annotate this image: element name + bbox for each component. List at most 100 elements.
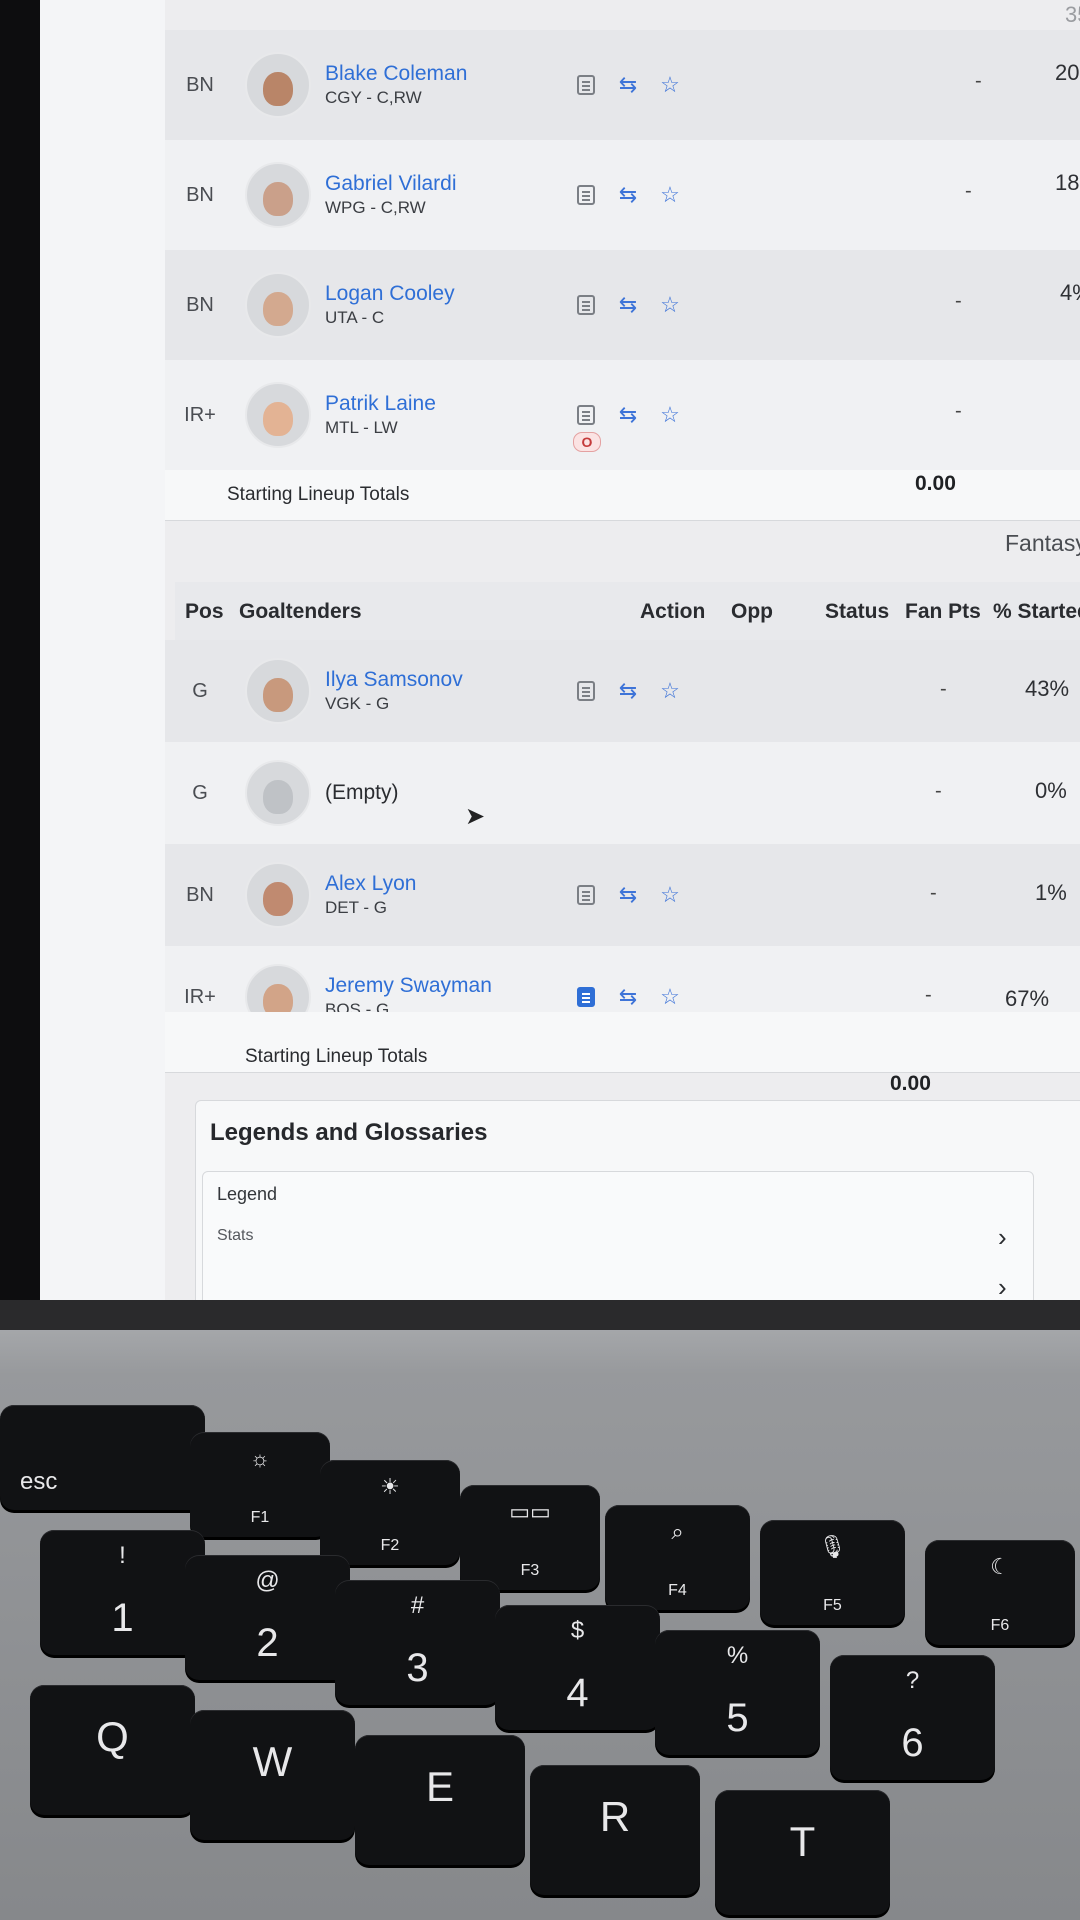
player-team-position: CGY - C,RW xyxy=(325,88,422,107)
key-w[interactable]: W xyxy=(190,1710,355,1840)
header-pos[interactable]: Pos xyxy=(185,600,224,624)
table-row: BN Logan Cooley UTA - C ⇆ ☆ - 4% xyxy=(165,250,1080,361)
header-opp[interactable]: Opp xyxy=(731,600,773,624)
key-6[interactable]: ? 6 xyxy=(830,1655,995,1780)
f2-key[interactable]: ☀ F2 xyxy=(320,1460,460,1565)
mouse-cursor-icon: ➤ xyxy=(465,803,486,830)
chevron-right-icon[interactable]: › xyxy=(998,1222,1007,1253)
swap-icon[interactable]: ⇆ xyxy=(617,884,639,906)
key-t-label: T xyxy=(789,1818,816,1865)
header-pct-started[interactable]: % Started xyxy=(993,600,1080,624)
key-6-shift: ? xyxy=(905,1667,920,1694)
player-name-link[interactable]: Jeremy Swayman xyxy=(325,973,575,999)
key-e-label: E xyxy=(425,1763,454,1810)
star-icon[interactable]: ☆ xyxy=(659,294,681,316)
key-2[interactable]: @ 2 xyxy=(185,1555,350,1680)
swap-icon[interactable]: ⇆ xyxy=(617,404,639,426)
roster-page: 35% BN Blake Coleman CGY - C,RW ⇆ ☆ - 20… xyxy=(165,0,1080,1300)
pct-started-value: 0% xyxy=(1035,778,1067,803)
position-label: BN xyxy=(186,883,214,906)
f4-label: F4 xyxy=(668,1582,687,1599)
star-icon[interactable]: ☆ xyxy=(659,680,681,702)
key-4[interactable]: $ 4 xyxy=(495,1605,660,1730)
key-5-shift: % xyxy=(726,1642,749,1669)
key-r[interactable]: R xyxy=(530,1765,700,1895)
f6-key[interactable]: ☾ F6 xyxy=(925,1540,1075,1645)
swap-icon[interactable]: ⇆ xyxy=(617,680,639,702)
legend-accordion[interactable]: Legend Stats › › xyxy=(202,1171,1034,1300)
mission-control-icon: ▭▭ xyxy=(509,1499,551,1524)
notes-icon[interactable] xyxy=(575,74,597,96)
stats-label[interactable]: Stats xyxy=(217,1227,253,1245)
esc-key[interactable]: esc xyxy=(0,1405,205,1510)
key-2-shift: @ xyxy=(255,1567,280,1594)
header-fan-pts[interactable]: Fan Pts xyxy=(905,600,981,624)
fan-pts-value: - xyxy=(930,882,937,904)
key-r-label: R xyxy=(599,1793,631,1840)
row-actions: ⇆ ☆ O xyxy=(573,404,685,452)
moon-icon: ☾ xyxy=(990,1554,1010,1579)
laptop-screen-bezel: 35% BN Blake Coleman CGY - C,RW ⇆ ☆ - 20… xyxy=(0,0,1080,1330)
key-1[interactable]: ! 1 xyxy=(40,1530,205,1655)
fan-pts-value: - xyxy=(965,180,972,202)
player-name-link[interactable]: Patrik Laine xyxy=(325,391,575,417)
notes-icon[interactable] xyxy=(575,404,597,426)
swap-icon[interactable]: ⇆ xyxy=(617,184,639,206)
position-label: G xyxy=(192,781,208,804)
star-icon[interactable]: ☆ xyxy=(659,884,681,906)
star-icon[interactable]: ☆ xyxy=(659,184,681,206)
f3-key[interactable]: ▭▭ F3 xyxy=(460,1485,600,1590)
star-icon[interactable]: ☆ xyxy=(659,404,681,426)
player-avatar[interactable] xyxy=(245,862,311,928)
player-team-position: DET - G xyxy=(325,898,388,917)
key-3[interactable]: # 3 xyxy=(335,1580,500,1705)
key-4-shift: $ xyxy=(570,1617,585,1644)
player-avatar[interactable] xyxy=(245,52,311,118)
swap-icon[interactable]: ⇆ xyxy=(617,74,639,96)
f5-label: F5 xyxy=(823,1597,842,1614)
star-icon[interactable]: ☆ xyxy=(659,74,681,96)
chevron-right-icon[interactable]: › xyxy=(998,1272,1007,1300)
header-status[interactable]: Status xyxy=(825,600,889,624)
key-1-shift: ! xyxy=(119,1542,126,1569)
key-5-label: 5 xyxy=(726,1696,749,1740)
player-name-link[interactable]: Ilya Samsonov xyxy=(325,667,575,693)
notes-icon[interactable] xyxy=(575,884,597,906)
key-5[interactable]: % 5 xyxy=(655,1630,820,1755)
f4-key[interactable]: ⌕ F4 xyxy=(605,1505,750,1610)
position-label: G xyxy=(192,679,208,702)
fan-pts-value: - xyxy=(955,290,962,312)
position-label: IR+ xyxy=(184,403,216,426)
f1-label: F1 xyxy=(250,1509,270,1526)
key-w-label: W xyxy=(252,1738,293,1785)
row-actions: ⇆ ☆ xyxy=(575,74,685,96)
player-name-link[interactable]: Gabriel Vilardi xyxy=(325,171,575,197)
notes-icon[interactable] xyxy=(575,184,597,206)
player-name-link[interactable]: Blake Coleman xyxy=(325,61,575,87)
notes-icon[interactable] xyxy=(575,680,597,702)
star-icon[interactable]: ☆ xyxy=(659,986,681,1008)
empty-slot-label[interactable]: (Empty) xyxy=(325,780,575,806)
swap-icon[interactable]: ⇆ xyxy=(617,294,639,316)
notes-icon[interactable] xyxy=(575,986,597,1008)
position-label: BN xyxy=(186,183,214,206)
player-avatar[interactable] xyxy=(245,658,311,724)
key-e[interactable]: E xyxy=(355,1735,525,1865)
f5-key[interactable]: 🎙 F5 xyxy=(760,1520,905,1625)
player-name-link[interactable]: Logan Cooley xyxy=(325,281,575,307)
player-name-link[interactable]: Alex Lyon xyxy=(325,871,575,897)
f3-label: F3 xyxy=(520,1562,540,1579)
player-avatar[interactable] xyxy=(245,162,311,228)
key-4-label: 4 xyxy=(566,1671,589,1715)
notes-icon[interactable] xyxy=(575,294,597,316)
table-row: IR+ Patrik Laine MTL - LW ⇆ ☆ O - xyxy=(165,360,1080,471)
key-t[interactable]: T xyxy=(715,1790,890,1915)
browser-viewport: 35% BN Blake Coleman CGY - C,RW ⇆ ☆ - 20… xyxy=(40,0,1080,1300)
swap-icon[interactable]: ⇆ xyxy=(617,986,639,1008)
player-avatar[interactable] xyxy=(245,272,311,338)
position-label: IR+ xyxy=(184,985,216,1008)
key-q[interactable]: Q xyxy=(30,1685,195,1815)
f1-key[interactable]: ☼ F1 xyxy=(190,1432,330,1537)
player-avatar[interactable] xyxy=(245,382,311,448)
header-goaltenders[interactable]: Goaltenders xyxy=(239,600,362,624)
